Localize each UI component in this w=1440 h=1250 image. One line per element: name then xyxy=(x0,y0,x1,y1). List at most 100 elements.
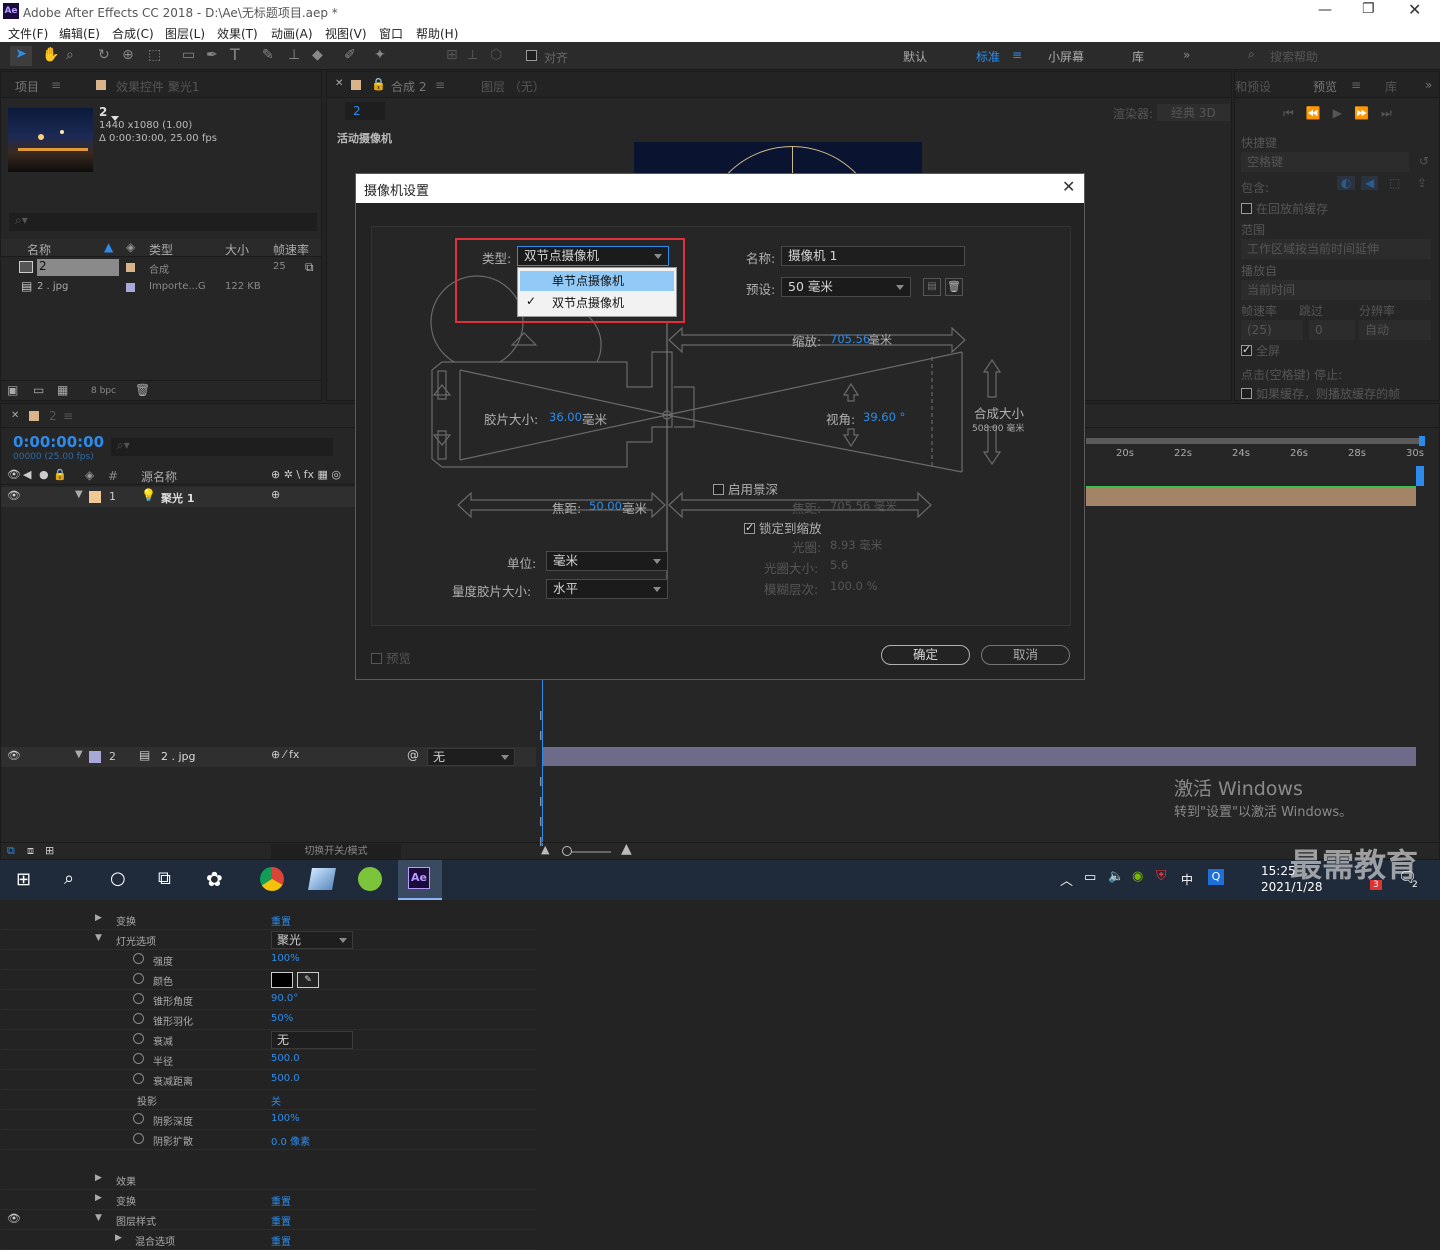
property-value[interactable]: 100% xyxy=(271,1113,300,1124)
layer-row-1[interactable]: 👁 ▼ 1 💡 聚光 1 ⊕ xyxy=(1,487,356,507)
units-select[interactable]: 毫米 xyxy=(546,551,668,571)
include-audio-icon[interactable]: ◀ xyxy=(1361,176,1379,190)
preview-checkbox[interactable]: 预览 xyxy=(371,648,411,667)
network-icon[interactable]: ▭ xyxy=(1084,870,1096,885)
parent-select[interactable]: 无 xyxy=(427,748,515,766)
project-item-row[interactable]: 2 合成 25 ⧉ xyxy=(1,258,321,277)
skip-select[interactable]: 0 xyxy=(1309,320,1355,340)
menu-help[interactable]: 帮助(H) xyxy=(416,25,458,42)
renderer-value[interactable]: 经典 3D xyxy=(1157,104,1230,121)
help-search-input[interactable]: 搜索帮助 xyxy=(1270,48,1318,65)
loop-icon[interactable]: ↺ xyxy=(1419,154,1429,168)
column-size[interactable]: 大小 xyxy=(225,241,249,258)
stopwatch-icon[interactable] xyxy=(133,973,144,987)
puppet-tool-icon[interactable]: ✦ xyxy=(374,47,386,63)
column-name[interactable]: 名称 xyxy=(27,241,51,258)
project-item-row[interactable]: ▤ 2 . jpg Importe...G 122 KB xyxy=(1,278,321,297)
type-tool-icon[interactable]: T xyxy=(230,45,240,64)
windows-start-icon[interactable]: ⊞ xyxy=(16,869,31,890)
fps-select[interactable]: (25) xyxy=(1241,320,1303,340)
menu-effect[interactable]: 效果(T) xyxy=(217,25,258,42)
resolution-select[interactable]: 自动 xyxy=(1359,320,1431,340)
effect-controls-tab[interactable]: 效果控件 聚光1 xyxy=(116,78,199,95)
menu-animation[interactable]: 动画(A) xyxy=(271,25,313,42)
stopwatch-icon[interactable] xyxy=(133,993,144,1007)
workspace-standard[interactable]: 标准 xyxy=(976,48,1000,65)
property-row[interactable]: 阴影深度 100% xyxy=(1,1110,536,1130)
expand-arrow-icon[interactable]: ▶ xyxy=(95,1173,102,1183)
angle-value[interactable]: 39.60 ° xyxy=(863,410,905,424)
label-swatch[interactable] xyxy=(89,491,101,503)
property-select[interactable]: 无 xyxy=(271,1031,353,1049)
column-source-name[interactable]: 源名称 xyxy=(141,468,177,485)
property-value[interactable]: 重置 xyxy=(271,1233,291,1248)
layer-name[interactable]: 2 . jpg xyxy=(161,750,196,763)
selection-tool-icon[interactable]: ➤ xyxy=(10,46,32,66)
camera-tool-icon[interactable]: ⊕ xyxy=(122,47,134,63)
property-value[interactable]: 100% xyxy=(271,953,300,964)
panel-menu-icon[interactable]: ≡ xyxy=(1351,78,1361,92)
expand-arrow-icon[interactable]: ▼ xyxy=(95,1213,102,1223)
stopwatch-icon[interactable] xyxy=(133,1053,144,1067)
lock-to-zoom-checkbox[interactable]: 锁定到缩放 xyxy=(744,518,822,537)
include-export-icon[interactable]: ⇪ xyxy=(1417,176,1427,190)
dialog-close-icon[interactable]: ✕ xyxy=(1062,177,1075,196)
visibility-icon[interactable]: 👁 xyxy=(7,468,21,481)
audio-icon[interactable]: ◀ xyxy=(23,468,31,481)
keyframe-marker[interactable]: I xyxy=(539,775,543,789)
property-row[interactable]: ▶ 效果 xyxy=(1,1170,536,1190)
app-pinwheel-icon[interactable]: ✿ xyxy=(206,867,223,891)
ime-indicator[interactable]: 中 xyxy=(1181,871,1193,888)
stopwatch-icon[interactable] xyxy=(133,1033,144,1047)
zoom-tool-icon[interactable]: ⌕ xyxy=(66,47,74,63)
render-time-icon[interactable]: ⧈ xyxy=(27,844,34,858)
comp-tab[interactable]: 合成 2 xyxy=(391,78,426,95)
lock-icon[interactable]: 🔒 xyxy=(371,77,386,91)
lock-icon[interactable]: 🔒 xyxy=(53,468,67,481)
preset-select[interactable]: 50 毫米 xyxy=(781,277,911,297)
stopwatch-icon[interactable] xyxy=(133,1073,144,1087)
expand-arrow-icon[interactable]: ▼ xyxy=(75,489,83,500)
pen-tool-icon[interactable]: ✒ xyxy=(206,47,218,63)
prev-frame-icon[interactable]: ⏪ xyxy=(1306,106,1333,120)
menu-layer[interactable]: 图层(L) xyxy=(165,25,205,42)
visibility-icon[interactable]: 👁 xyxy=(7,489,21,502)
panel-menu-icon[interactable]: ≡ xyxy=(51,78,61,92)
comp-flowchart-icon[interactable]: ⧉ xyxy=(7,844,15,858)
property-row[interactable]: ▶ 变换 重置 xyxy=(1,910,536,930)
after-effects-taskbar-icon[interactable]: Ae xyxy=(398,860,442,900)
eyedropper-icon[interactable]: ✎ xyxy=(297,972,319,988)
layer-switches-icons[interactable]: ⊕ ⁄ fx xyxy=(271,748,299,761)
keyframe-marker[interactable]: I xyxy=(539,795,543,809)
property-value[interactable]: 重置 xyxy=(271,1193,291,1208)
restore-icon[interactable]: ❐ xyxy=(1362,1,1375,17)
bpc-label[interactable]: 8 bpc xyxy=(91,386,116,396)
keyframe-marker[interactable]: I xyxy=(539,835,543,849)
menu-window[interactable]: 窗口 xyxy=(379,25,403,42)
flowchart-icon[interactable]: ⧉ xyxy=(305,260,314,275)
new-folder-icon[interactable]: ▭ xyxy=(33,383,44,397)
property-value[interactable]: 关 xyxy=(271,1093,281,1108)
rotate-tool-icon[interactable]: ↻ xyxy=(98,47,110,63)
tray-chevron-icon[interactable]: ︿ xyxy=(1060,870,1073,889)
snap-checkbox[interactable] xyxy=(526,49,541,63)
property-row[interactable]: 锥形角度 90.0° xyxy=(1,990,536,1010)
menu-view[interactable]: 视图(V) xyxy=(325,25,367,42)
stamp-tool-icon[interactable]: ⊥ xyxy=(288,47,300,63)
if-cached-checkbox[interactable]: 如果缓存，则播放缓存的帧 xyxy=(1241,385,1400,402)
layer-2-track[interactable] xyxy=(542,747,1416,766)
include-video-icon[interactable]: ◐ xyxy=(1337,176,1356,190)
visibility-icon[interactable]: 👁 xyxy=(7,1212,21,1225)
more-panels-icon[interactable]: » xyxy=(1425,78,1432,92)
expand-arrow-icon[interactable]: ▶ xyxy=(95,913,102,923)
close-icon[interactable]: ✕ xyxy=(1408,0,1421,19)
play-from-select[interactable]: 当前时间 xyxy=(1241,280,1431,300)
fullscreen-checkbox[interactable]: 全屏 xyxy=(1241,342,1280,359)
first-frame-icon[interactable]: ⏮ xyxy=(1283,106,1306,120)
delete-preset-icon[interactable]: 🗑 xyxy=(945,278,963,296)
play-icon[interactable]: ▶ xyxy=(1333,106,1354,120)
timeline-ruler[interactable]: 20s 22s 24s 26s 28s 30s xyxy=(1086,436,1426,486)
property-row[interactable]: 半径 500.0 xyxy=(1,1050,536,1070)
volume-icon[interactable]: 🔈 xyxy=(1108,869,1124,884)
project-tab[interactable]: 项目 xyxy=(15,78,39,95)
